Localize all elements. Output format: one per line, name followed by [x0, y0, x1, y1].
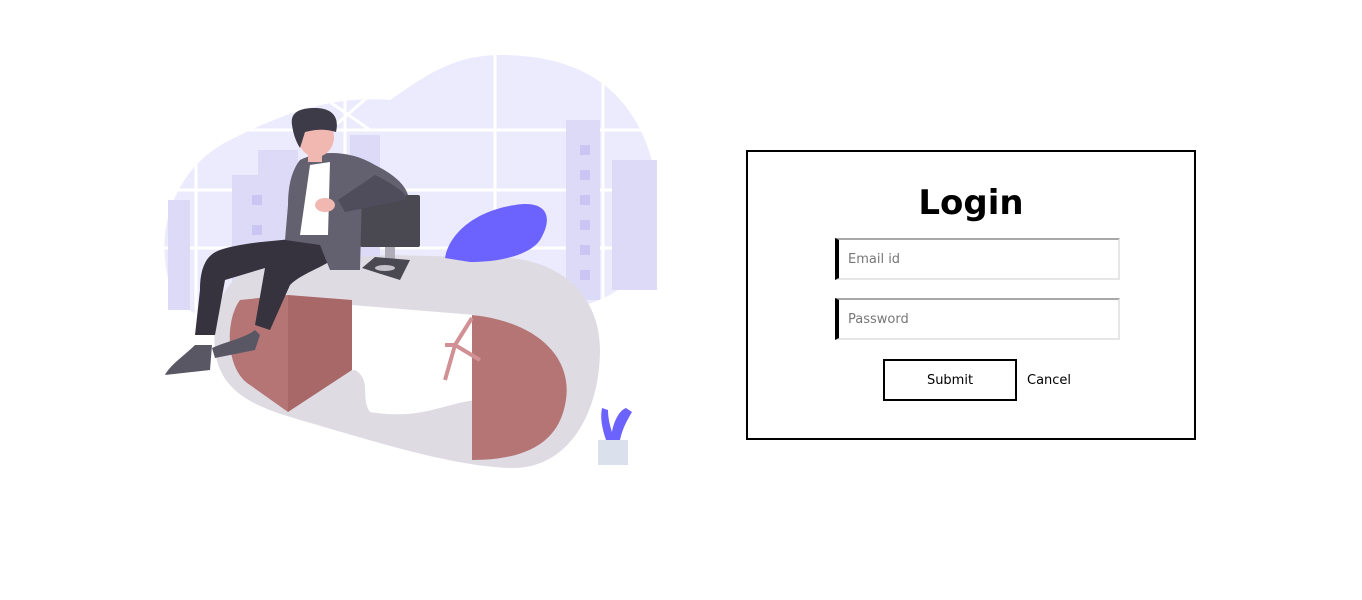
plant-pot: [598, 440, 628, 465]
login-page: Login Submit Cancel: [0, 0, 1362, 600]
submit-button[interactable]: Submit: [883, 359, 1017, 401]
email-field[interactable]: [835, 238, 1120, 280]
plant: [601, 408, 632, 440]
mouse-pad: [375, 265, 395, 271]
login-card: Login Submit Cancel: [746, 150, 1196, 440]
cancel-link[interactable]: Cancel: [1027, 372, 1071, 390]
monitor-stand: [385, 247, 395, 259]
person-sitting-on-desk-illustration: [160, 50, 660, 469]
person-hand: [315, 198, 335, 212]
person-left-shoe: [165, 345, 212, 375]
login-title: Login: [918, 183, 1024, 223]
password-field[interactable]: [835, 298, 1120, 340]
